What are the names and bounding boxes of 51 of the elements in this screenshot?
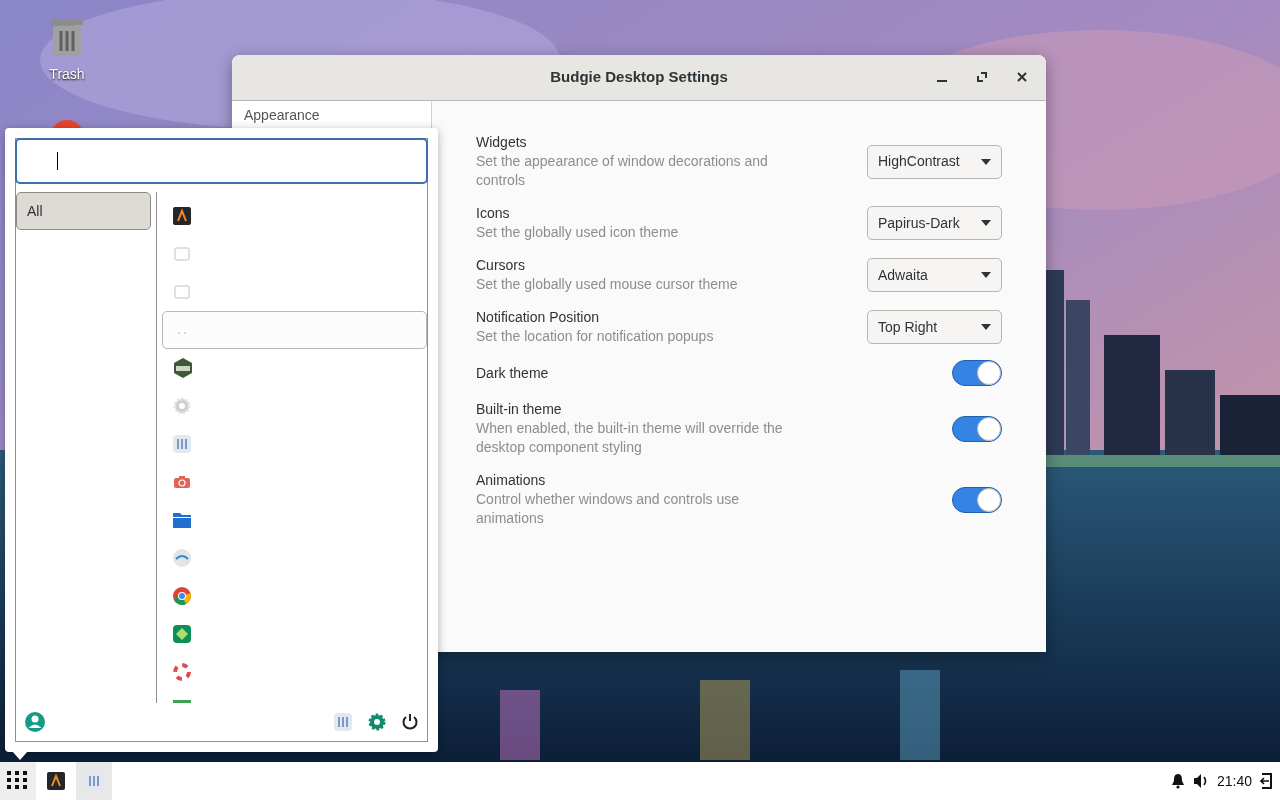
setting-label: Animations bbox=[476, 471, 547, 490]
setting-description: Control whether windows and controls use animations bbox=[476, 490, 741, 528]
theme-dropdown[interactable]: Top Right bbox=[867, 310, 1002, 344]
lifebuoy-icon bbox=[172, 662, 192, 682]
caret-icon bbox=[981, 158, 991, 165]
browser-icon bbox=[172, 586, 192, 606]
desktop-icon-label: Trash bbox=[49, 65, 85, 84]
sliders-icon bbox=[172, 434, 192, 454]
power-icon[interactable] bbox=[401, 713, 419, 731]
sliders-icon[interactable] bbox=[333, 712, 353, 732]
bell-icon[interactable] bbox=[1170, 773, 1185, 789]
caret-icon bbox=[981, 220, 991, 226]
logout-icon[interactable] bbox=[1260, 773, 1272, 789]
setting-label: Built-in theme bbox=[476, 400, 563, 419]
sidebar-item[interactable]: Appearance bbox=[232, 104, 431, 127]
volume-icon[interactable] bbox=[1192, 773, 1209, 789]
window-icon bbox=[172, 282, 192, 302]
category-item[interactable]: All bbox=[16, 192, 151, 230]
hexagon-icon bbox=[172, 357, 194, 379]
app-grid-icon bbox=[7, 771, 29, 791]
trash-can-icon[interactable] bbox=[50, 18, 84, 58]
setting-description: Set the location for notification popups bbox=[476, 327, 715, 346]
search-field[interactable] bbox=[15, 138, 428, 184]
caret-icon bbox=[981, 272, 991, 278]
folder-icon bbox=[172, 510, 192, 530]
theme-dropdown[interactable]: Adwaita bbox=[867, 258, 1002, 292]
toggle-switch[interactable] bbox=[952, 360, 1002, 386]
setting-label: Notification Position bbox=[476, 308, 600, 327]
window-icon bbox=[172, 244, 192, 264]
setting-description: Set the appearance of window decorations and controls bbox=[476, 152, 769, 190]
letter-a-app-icon bbox=[46, 771, 66, 791]
letter-a-app-icon bbox=[172, 206, 192, 226]
settings-icon[interactable] bbox=[367, 712, 387, 732]
setting-label: Widgets bbox=[476, 133, 528, 152]
theme-dropdown[interactable]: Papirus-Dark bbox=[867, 206, 1002, 240]
setting-label: Icons bbox=[476, 204, 511, 223]
toggle-switch[interactable] bbox=[952, 415, 1002, 442]
clock[interactable]: 21:40 bbox=[1216, 770, 1252, 792]
user-icon[interactable] bbox=[24, 711, 46, 733]
setting-description: Set the globally used mouse cursor theme bbox=[476, 275, 739, 294]
caret-icon bbox=[981, 324, 991, 330]
gear-icon bbox=[172, 396, 192, 416]
theme-dropdown[interactable]: HighContrast bbox=[867, 144, 1002, 179]
window-title: Budgie Desktop Settings bbox=[550, 67, 728, 88]
toggle-switch[interactable] bbox=[952, 486, 1002, 513]
setting-description: When enabled, the built-in theme will override the desktop component styling bbox=[476, 419, 784, 457]
app-grid-button[interactable] bbox=[0, 762, 36, 800]
setting-label: Cursors bbox=[476, 256, 526, 275]
setting-description: Set the globally used icon theme bbox=[476, 223, 680, 242]
setting-label: Dark theme bbox=[476, 363, 550, 383]
sliders-icon bbox=[84, 771, 104, 791]
